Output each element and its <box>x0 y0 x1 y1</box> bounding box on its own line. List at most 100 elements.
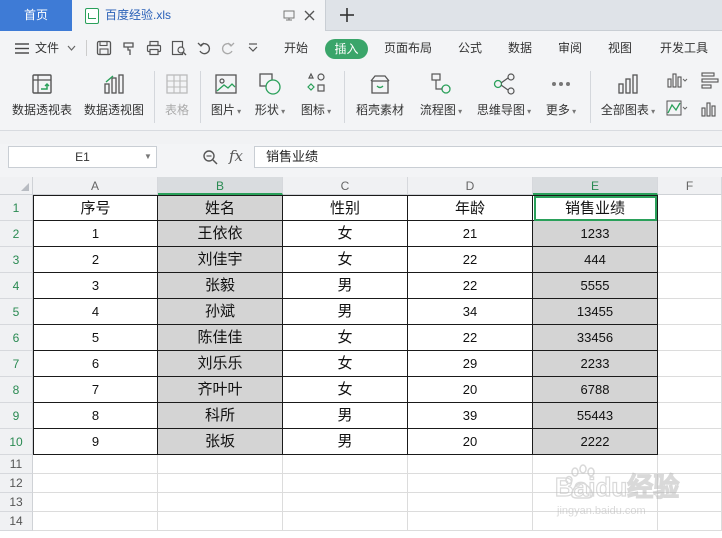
table-cell[interactable]: 34 <box>408 299 533 325</box>
empty-cell[interactable] <box>408 512 533 531</box>
table-cell[interactable]: 女 <box>283 377 408 403</box>
table-cell[interactable]: 6 <box>33 351 158 377</box>
empty-cell[interactable] <box>658 247 722 273</box>
row-header-8[interactable]: 8 <box>0 377 33 403</box>
column-header-b[interactable]: B <box>158 177 283 195</box>
zoom-search-icon[interactable] <box>202 149 218 165</box>
mindmap-button[interactable]: 思维导图 ▾ <box>472 65 536 127</box>
empty-cell[interactable] <box>408 474 533 493</box>
table-cell[interactable]: 张毅 <box>158 273 283 299</box>
screen-icon[interactable] <box>283 10 295 21</box>
table-cell[interactable]: 29 <box>408 351 533 377</box>
table-cell[interactable]: 8 <box>33 403 158 429</box>
menu-review[interactable]: 审阅 <box>558 40 582 56</box>
empty-cell[interactable] <box>283 455 408 474</box>
column-header-e[interactable]: E <box>533 177 658 195</box>
table-cell[interactable]: 科所 <box>158 403 283 429</box>
menu-page-layout[interactable]: 页面布局 <box>384 40 432 56</box>
table-cell[interactable]: 齐叶叶 <box>158 377 283 403</box>
hamburger-menu-icon[interactable] <box>15 43 29 54</box>
more-button[interactable]: 更多 ▾ <box>540 65 582 127</box>
format-painter-icon[interactable] <box>121 40 137 56</box>
empty-cell[interactable] <box>408 455 533 474</box>
redo-icon[interactable] <box>221 41 235 55</box>
menu-view[interactable]: 视图 <box>608 40 632 56</box>
empty-cell[interactable] <box>33 512 158 531</box>
shape-button[interactable]: 形状 ▾ <box>250 65 290 127</box>
table-cell[interactable]: 女 <box>283 221 408 247</box>
save-icon[interactable] <box>96 40 112 56</box>
flowchart-button[interactable]: 流程图 ▾ <box>414 65 468 127</box>
table-cell[interactable]: 2 <box>33 247 158 273</box>
menu-data[interactable]: 数据 <box>508 40 532 56</box>
empty-cell[interactable] <box>658 377 722 403</box>
empty-cell[interactable] <box>408 493 533 512</box>
empty-cell[interactable] <box>33 474 158 493</box>
close-tab-icon[interactable] <box>304 10 315 21</box>
table-cell[interactable]: 444 <box>533 247 658 273</box>
row-header-5[interactable]: 5 <box>0 299 33 325</box>
empty-cell[interactable] <box>158 512 283 531</box>
table-cell[interactable]: 1 <box>33 221 158 247</box>
table-cell[interactable]: 王依依 <box>158 221 283 247</box>
all-charts-button[interactable]: 全部图表 ▾ <box>596 65 660 127</box>
table-cell[interactable]: 7 <box>33 377 158 403</box>
empty-cell[interactable] <box>158 455 283 474</box>
print-icon[interactable] <box>146 40 162 56</box>
table-cell[interactable]: 4 <box>33 299 158 325</box>
table-cell[interactable]: 2233 <box>533 351 658 377</box>
empty-cell[interactable] <box>33 455 158 474</box>
bar-chart-icon[interactable] <box>666 71 688 89</box>
table-cell[interactable]: 男 <box>283 429 408 455</box>
table-cell[interactable]: 21 <box>408 221 533 247</box>
column-chart-icon[interactable] <box>700 99 720 117</box>
table-cell[interactable]: 9 <box>33 429 158 455</box>
row-header-10[interactable]: 10 <box>0 429 33 455</box>
select-all-corner[interactable] <box>0 177 33 195</box>
table-cell[interactable]: 5 <box>33 325 158 351</box>
empty-cell[interactable] <box>658 325 722 351</box>
empty-cell[interactable] <box>658 299 722 325</box>
line-chart-icon[interactable] <box>666 99 688 117</box>
column-header-a[interactable]: A <box>33 177 158 195</box>
row-header-6[interactable]: 6 <box>0 325 33 351</box>
table-cell[interactable]: 22 <box>408 247 533 273</box>
column-header-d[interactable]: D <box>408 177 533 195</box>
empty-cell[interactable] <box>283 493 408 512</box>
table-cell[interactable]: 男 <box>283 299 408 325</box>
row-header-4[interactable]: 4 <box>0 273 33 299</box>
table-button[interactable]: 表格 <box>158 65 196 127</box>
print-preview-icon[interactable] <box>171 40 187 56</box>
table-cell[interactable]: 2222 <box>533 429 658 455</box>
table-header-cell[interactable]: 序号 <box>33 195 158 221</box>
row-header-9[interactable]: 9 <box>0 403 33 429</box>
table-cell[interactable]: 5555 <box>533 273 658 299</box>
tab-home[interactable]: 首页 <box>0 0 72 31</box>
horizontal-bar-chart-icon[interactable] <box>700 71 720 89</box>
empty-cell[interactable] <box>158 493 283 512</box>
table-cell[interactable]: 张坂 <box>158 429 283 455</box>
empty-cell[interactable] <box>283 512 408 531</box>
column-header-f[interactable]: F <box>658 177 722 195</box>
table-cell[interactable]: 55443 <box>533 403 658 429</box>
empty-cell[interactable] <box>658 221 722 247</box>
empty-cell[interactable] <box>658 429 722 455</box>
table-cell[interactable]: 女 <box>283 325 408 351</box>
empty-cell[interactable] <box>283 474 408 493</box>
table-cell[interactable]: 陈佳佳 <box>158 325 283 351</box>
chevron-down-icon[interactable] <box>67 45 76 51</box>
table-cell[interactable]: 6788 <box>533 377 658 403</box>
table-cell[interactable]: 孙斌 <box>158 299 283 325</box>
row-header-14[interactable]: 14 <box>0 512 33 531</box>
row-header-3[interactable]: 3 <box>0 247 33 273</box>
pivot-chart-button[interactable]: 数据透视图 <box>80 65 148 127</box>
empty-cell[interactable] <box>33 493 158 512</box>
table-cell[interactable]: 20 <box>408 429 533 455</box>
menu-developer[interactable]: 开发工具 <box>660 40 708 56</box>
new-tab-icon[interactable] <box>340 8 354 22</box>
name-box-dropdown-icon[interactable]: ▼ <box>144 152 152 161</box>
table-cell[interactable]: 男 <box>283 403 408 429</box>
table-cell[interactable]: 13455 <box>533 299 658 325</box>
row-header-2[interactable]: 2 <box>0 221 33 247</box>
column-header-c[interactable]: C <box>283 177 408 195</box>
